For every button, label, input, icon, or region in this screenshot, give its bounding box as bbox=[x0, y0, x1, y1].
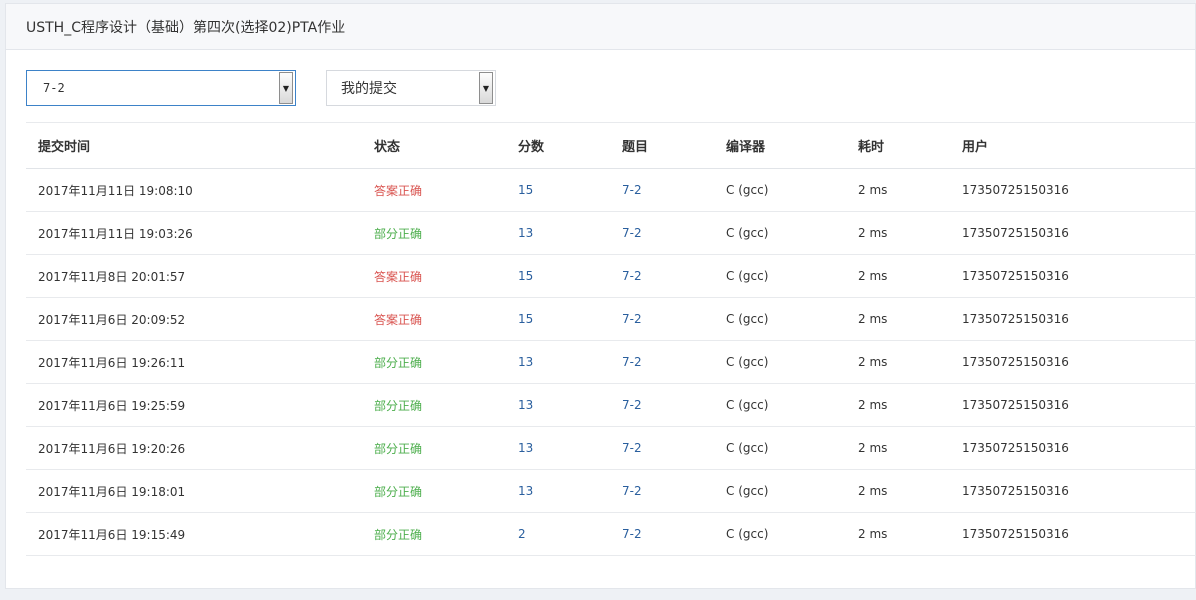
submission-cost: 2 ms bbox=[858, 269, 888, 283]
submission-time: 2017年11月6日 19:15:49 bbox=[38, 527, 186, 542]
submission-user: 17350725150316 bbox=[962, 312, 1069, 326]
submission-problem-link[interactable]: 7-2 bbox=[622, 298, 642, 340]
submission-cost: 2 ms bbox=[858, 441, 888, 455]
submission-compiler: C (gcc) bbox=[726, 398, 769, 412]
table-row: 2017年11月11日 19:03:26 部分正确 13 7-2 C (gcc)… bbox=[26, 212, 1196, 255]
submission-score[interactable]: 13 bbox=[518, 341, 533, 383]
submission-score[interactable]: 2 bbox=[518, 513, 526, 555]
submission-user: 17350725150316 bbox=[962, 183, 1069, 197]
submission-time: 2017年11月11日 19:03:26 bbox=[38, 226, 193, 241]
column-header-status: 状态 bbox=[374, 140, 401, 155]
table-row: 2017年11月11日 19:08:10 答案正确 15 7-2 C (gcc)… bbox=[26, 169, 1196, 212]
table-row: 2017年11月6日 20:09:52 答案正确 15 7-2 C (gcc) … bbox=[26, 298, 1196, 341]
submission-status[interactable]: 答案正确 bbox=[374, 298, 422, 340]
submission-status[interactable]: 部分正确 bbox=[374, 341, 422, 383]
table-row: 2017年11月6日 19:18:01 部分正确 13 7-2 C (gcc) … bbox=[26, 470, 1196, 513]
submission-problem-link[interactable]: 7-2 bbox=[622, 384, 642, 426]
column-header-cost: 耗时 bbox=[858, 140, 885, 155]
problem-select-value: 7-2 bbox=[43, 81, 65, 95]
column-header-compiler: 编译器 bbox=[726, 140, 766, 155]
submission-time: 2017年11月11日 19:08:10 bbox=[38, 183, 193, 198]
submission-time: 2017年11月8日 20:01:57 bbox=[38, 269, 186, 284]
submission-status[interactable]: 答案正确 bbox=[374, 255, 422, 297]
submission-compiler: C (gcc) bbox=[726, 226, 769, 240]
submission-problem-link[interactable]: 7-2 bbox=[622, 513, 642, 555]
scope-select-value: 我的提交 bbox=[341, 81, 397, 97]
chevron-down-icon[interactable]: ▼ bbox=[279, 72, 293, 104]
submission-time: 2017年11月6日 20:09:52 bbox=[38, 312, 186, 327]
submission-cost: 2 ms bbox=[858, 226, 888, 240]
table-row: 2017年11月6日 19:26:11 部分正确 13 7-2 C (gcc) … bbox=[26, 341, 1196, 384]
submission-problem-link[interactable]: 7-2 bbox=[622, 212, 642, 254]
column-header-user: 用户 bbox=[962, 140, 989, 155]
submission-problem-link[interactable]: 7-2 bbox=[622, 427, 642, 469]
submission-user: 17350725150316 bbox=[962, 355, 1069, 369]
submission-status[interactable]: 答案正确 bbox=[374, 169, 422, 211]
submission-compiler: C (gcc) bbox=[726, 441, 769, 455]
submission-score[interactable]: 15 bbox=[518, 169, 533, 211]
problem-select[interactable]: 7-2 ▼ bbox=[26, 70, 296, 106]
submission-cost: 2 ms bbox=[858, 355, 888, 369]
table-row: 2017年11月8日 20:01:57 答案正确 15 7-2 C (gcc) … bbox=[26, 255, 1196, 298]
submission-time: 2017年11月6日 19:18:01 bbox=[38, 484, 186, 499]
submission-compiler: C (gcc) bbox=[726, 484, 769, 498]
submission-status[interactable]: 部分正确 bbox=[374, 513, 422, 555]
submission-user: 17350725150316 bbox=[962, 484, 1069, 498]
submission-score[interactable]: 13 bbox=[518, 470, 533, 512]
submission-score[interactable]: 13 bbox=[518, 384, 533, 426]
submissions-table: 提交时间 状态 分数 题目 编译器 耗时 用户 2017年11月11日 19:0… bbox=[26, 122, 1196, 556]
submission-score[interactable]: 15 bbox=[518, 298, 533, 340]
submission-user: 17350725150316 bbox=[962, 269, 1069, 283]
submission-compiler: C (gcc) bbox=[726, 312, 769, 326]
submission-problem-link[interactable]: 7-2 bbox=[622, 341, 642, 383]
submission-cost: 2 ms bbox=[858, 398, 888, 412]
submission-compiler: C (gcc) bbox=[726, 527, 769, 541]
submission-user: 17350725150316 bbox=[962, 226, 1069, 240]
table-header-row: 提交时间 状态 分数 题目 编译器 耗时 用户 bbox=[26, 122, 1196, 169]
submission-problem-link[interactable]: 7-2 bbox=[622, 255, 642, 297]
submission-cost: 2 ms bbox=[858, 527, 888, 541]
submission-cost: 2 ms bbox=[858, 312, 888, 326]
submission-compiler: C (gcc) bbox=[726, 269, 769, 283]
column-header-score: 分数 bbox=[518, 140, 545, 155]
table-row: 2017年11月6日 19:15:49 部分正确 2 7-2 C (gcc) 2… bbox=[26, 513, 1196, 556]
submission-user: 17350725150316 bbox=[962, 527, 1069, 541]
column-header-problem: 题目 bbox=[622, 140, 649, 155]
submissions-panel: USTH_C程序设计（基础）第四次(选择02)PTA作业 7-2 ▼ 我的提交 … bbox=[5, 3, 1196, 589]
page-title: USTH_C程序设计（基础）第四次(选择02)PTA作业 bbox=[26, 19, 346, 36]
submission-problem-link[interactable]: 7-2 bbox=[622, 169, 642, 211]
chevron-down-icon[interactable]: ▼ bbox=[479, 72, 493, 104]
submission-status[interactable]: 部分正确 bbox=[374, 212, 422, 254]
table-row: 2017年11月6日 19:20:26 部分正确 13 7-2 C (gcc) … bbox=[26, 427, 1196, 470]
submission-score[interactable]: 15 bbox=[518, 255, 533, 297]
submission-compiler: C (gcc) bbox=[726, 355, 769, 369]
submission-time: 2017年11月6日 19:25:59 bbox=[38, 398, 186, 413]
submission-status[interactable]: 部分正确 bbox=[374, 427, 422, 469]
submission-score[interactable]: 13 bbox=[518, 427, 533, 469]
table-row: 2017年11月6日 19:25:59 部分正确 13 7-2 C (gcc) … bbox=[26, 384, 1196, 427]
submission-time: 2017年11月6日 19:20:26 bbox=[38, 441, 186, 456]
submission-cost: 2 ms bbox=[858, 183, 888, 197]
column-header-time: 提交时间 bbox=[38, 140, 91, 155]
submission-user: 17350725150316 bbox=[962, 441, 1069, 455]
submission-status[interactable]: 部分正确 bbox=[374, 384, 422, 426]
submission-compiler: C (gcc) bbox=[726, 183, 769, 197]
submission-score[interactable]: 13 bbox=[518, 212, 533, 254]
submission-cost: 2 ms bbox=[858, 484, 888, 498]
submission-user: 17350725150316 bbox=[962, 398, 1069, 412]
submission-problem-link[interactable]: 7-2 bbox=[622, 470, 642, 512]
scope-select[interactable]: 我的提交 ▼ bbox=[326, 70, 496, 106]
table-body: 2017年11月11日 19:08:10 答案正确 15 7-2 C (gcc)… bbox=[26, 169, 1196, 556]
submission-status[interactable]: 部分正确 bbox=[374, 470, 422, 512]
panel-header: USTH_C程序设计（基础）第四次(选择02)PTA作业 bbox=[6, 4, 1195, 50]
submission-time: 2017年11月6日 19:26:11 bbox=[38, 355, 186, 370]
